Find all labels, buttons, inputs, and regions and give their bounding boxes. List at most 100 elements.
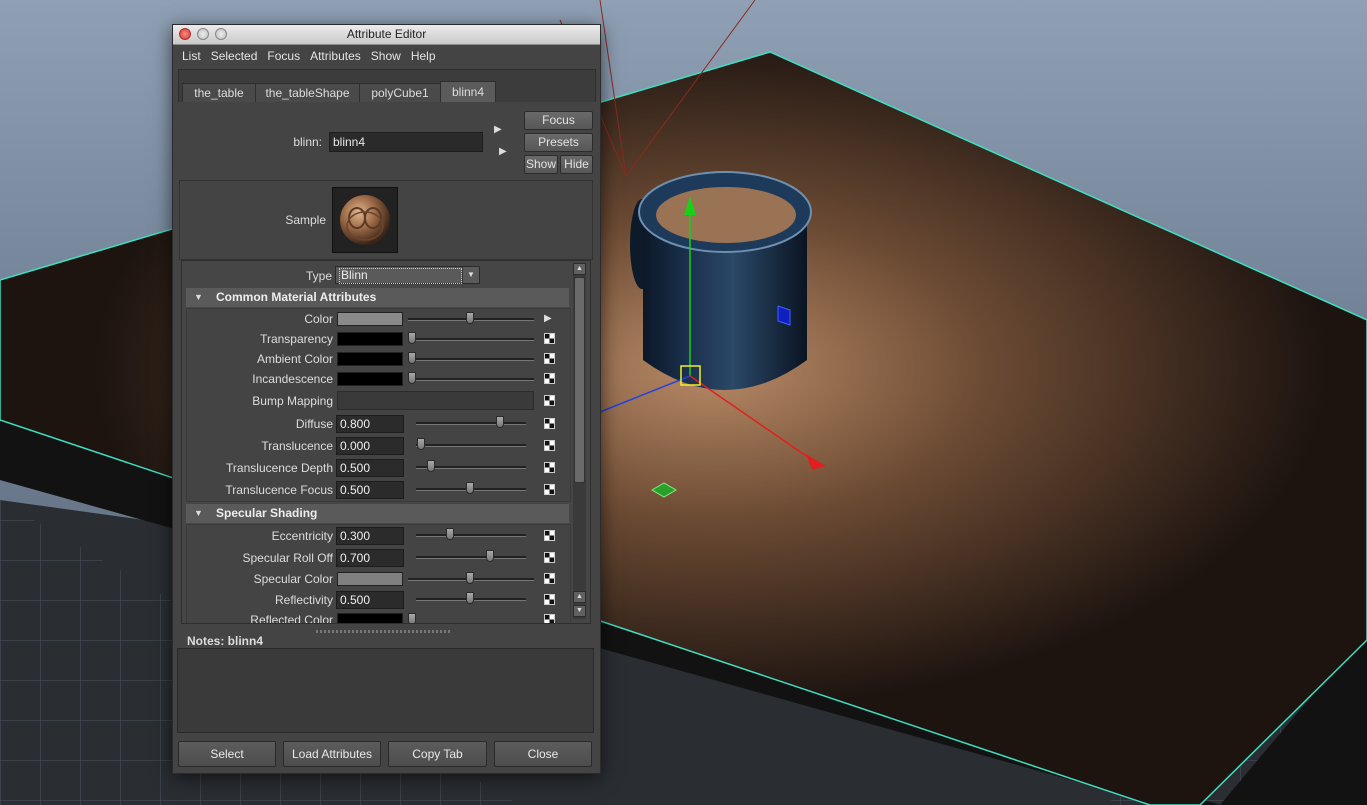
transparency-swatch[interactable] — [337, 332, 403, 346]
incandescence-label: Incandescence — [252, 372, 333, 386]
scroll-up-icon[interactable]: ▲ — [573, 591, 586, 603]
diffuse-field[interactable]: 0.800 — [336, 415, 404, 433]
presets-button[interactable]: Presets — [524, 133, 593, 152]
translucence-depth-label: Translucence Depth — [226, 461, 333, 475]
translucence-depth-map-icon[interactable] — [544, 462, 555, 473]
bump-mapping-field[interactable] — [337, 391, 534, 410]
specular-rolloff-map-icon[interactable] — [544, 552, 555, 563]
attributes-scrollbar[interactable]: ▲ ▲ ▼ — [573, 263, 586, 619]
eccentricity-field[interactable]: 0.300 — [336, 527, 404, 545]
menu-bar: List Selected Focus Attributes Show Help — [173, 45, 600, 67]
tab-blinn4[interactable]: blinn4 — [440, 81, 496, 102]
translucence-focus-field[interactable]: 0.500 — [336, 481, 404, 499]
type-label: Type — [305, 269, 332, 283]
input-connection-icon[interactable]: ▶ — [494, 124, 506, 135]
specular-rolloff-slider-thumb[interactable] — [486, 550, 494, 562]
reflected-color-map-icon[interactable] — [544, 614, 555, 623]
color-slider-thumb[interactable] — [466, 312, 474, 324]
specular-color-map-icon[interactable] — [544, 573, 555, 584]
scrollbar-thumb[interactable] — [574, 277, 585, 483]
focus-button[interactable]: Focus — [524, 111, 593, 130]
translucence-focus-label: Translucence Focus — [225, 483, 333, 497]
specular-color-slider-thumb[interactable] — [466, 572, 474, 584]
translucence-field[interactable]: 0.000 — [336, 437, 404, 455]
menu-attributes[interactable]: Attributes — [305, 45, 366, 67]
material-swatch-preview[interactable] — [332, 187, 398, 253]
transparency-slider-thumb[interactable] — [408, 332, 416, 344]
tab-the-tableshape[interactable]: the_tableShape — [255, 83, 360, 102]
specular-rolloff-slider-track[interactable] — [416, 556, 526, 559]
menu-show[interactable]: Show — [366, 45, 406, 67]
sample-label: Sample — [285, 213, 326, 227]
translucence-focus-slider-thumb[interactable] — [466, 482, 474, 494]
tab-the-table[interactable]: the_table — [182, 83, 256, 102]
menu-list[interactable]: List — [177, 45, 206, 67]
ambient-color-label: Ambient Color — [256, 352, 333, 366]
menu-help[interactable]: Help — [406, 45, 441, 67]
diffuse-slider-thumb[interactable] — [496, 416, 504, 428]
show-button[interactable]: Show — [524, 155, 558, 174]
diffuse-map-icon[interactable] — [544, 418, 555, 429]
translucence-slider-thumb[interactable] — [417, 438, 425, 450]
translucence-slider-track[interactable] — [416, 444, 526, 447]
specular-rolloff-field[interactable]: 0.700 — [336, 549, 404, 567]
type-dropdown[interactable]: Blinn ▼ — [335, 266, 480, 284]
specular-color-swatch[interactable] — [337, 572, 403, 586]
attributes-scroll-area[interactable]: Type Blinn ▼ ▼ Common Material Attribute… — [181, 260, 591, 624]
translucence-depth-slider-thumb[interactable] — [427, 460, 435, 472]
transparency-slider-track[interactable] — [408, 338, 534, 341]
reflectivity-slider-thumb[interactable] — [466, 592, 474, 604]
title-bar[interactable]: Attribute Editor — [173, 25, 600, 45]
close-button[interactable]: Close — [494, 741, 592, 767]
ambient-map-icon[interactable] — [544, 353, 555, 364]
incandescence-slider-thumb[interactable] — [408, 372, 416, 384]
load-attributes-button[interactable]: Load Attributes — [283, 741, 381, 767]
translucence-map-icon[interactable] — [544, 440, 555, 451]
translucence-depth-field[interactable]: 0.500 — [336, 459, 404, 477]
type-dropdown-value: Blinn — [339, 268, 462, 284]
transparency-label: Transparency — [260, 332, 333, 346]
common-section-title: Common Material Attributes — [216, 290, 377, 304]
bump-map-icon[interactable] — [544, 395, 555, 406]
color-swatch[interactable] — [337, 312, 403, 326]
output-connection-icon[interactable]: ▶ — [499, 146, 511, 157]
copy-tab-button[interactable]: Copy Tab — [388, 741, 487, 767]
menu-focus[interactable]: Focus — [262, 45, 305, 67]
reflected-color-swatch[interactable] — [337, 613, 403, 623]
reflectivity-map-icon[interactable] — [544, 594, 555, 605]
eccentricity-slider-thumb[interactable] — [446, 528, 454, 540]
diffuse-slider-track[interactable] — [416, 422, 526, 425]
reflected-color-label: Reflected Color — [250, 613, 333, 624]
incandescence-swatch[interactable] — [337, 372, 403, 386]
hide-button[interactable]: Hide — [560, 155, 593, 174]
ambient-slider-thumb[interactable] — [408, 352, 416, 364]
common-material-section-header[interactable]: ▼ Common Material Attributes — [186, 288, 569, 307]
eccentricity-label: Eccentricity — [271, 529, 333, 543]
notes-textarea[interactable] — [177, 648, 594, 733]
select-button[interactable]: Select — [178, 741, 276, 767]
color-label: Color — [304, 312, 333, 326]
scroll-down-icon[interactable]: ▼ — [573, 605, 586, 617]
ambient-slider-track[interactable] — [408, 358, 534, 361]
reflectivity-field[interactable]: 0.500 — [336, 591, 404, 609]
translucence-focus-map-icon[interactable] — [544, 484, 555, 495]
incandescence-slider-track[interactable] — [408, 378, 534, 381]
node-name-field[interactable]: blinn4 — [329, 132, 483, 152]
eccentricity-slider-track[interactable] — [416, 534, 526, 537]
transparency-map-icon[interactable] — [544, 333, 555, 344]
eccentricity-map-icon[interactable] — [544, 530, 555, 541]
collapse-triangle-icon: ▼ — [194, 508, 203, 518]
menu-selected[interactable]: Selected — [206, 45, 263, 67]
specular-shading-section-header[interactable]: ▼ Specular Shading — [186, 504, 569, 523]
reflected-color-slider-thumb[interactable] — [408, 613, 416, 623]
specular-color-label: Specular Color — [253, 572, 333, 586]
bump-mapping-label: Bump Mapping — [252, 394, 333, 408]
color-map-button-icon[interactable]: ▶ — [544, 313, 556, 324]
ambient-color-swatch[interactable] — [337, 352, 403, 366]
incandescence-map-icon[interactable] — [544, 373, 555, 384]
tab-polycube1[interactable]: polyCube1 — [359, 83, 441, 102]
window-title: Attribute Editor — [346, 27, 427, 41]
resize-grip[interactable] — [316, 630, 450, 633]
scroll-up-icon[interactable]: ▲ — [573, 263, 586, 275]
node-tabs: the_table the_tableShape polyCube1 blinn… — [178, 69, 596, 102]
